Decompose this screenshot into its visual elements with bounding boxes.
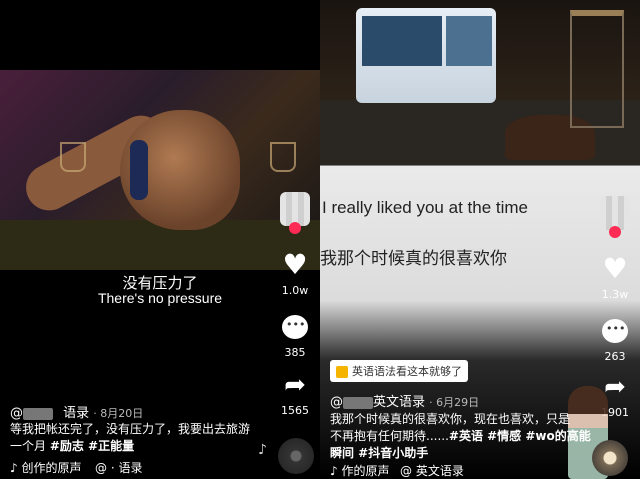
- promo-icon: [336, 366, 348, 378]
- comment-icon[interactable]: [280, 312, 310, 342]
- share-icon[interactable]: ➦: [280, 370, 310, 400]
- heart-icon[interactable]: ♥: [280, 250, 310, 280]
- promo-text: 英语语法看这本就够了: [352, 365, 462, 378]
- music-author[interactable]: @ · 语录: [95, 459, 142, 476]
- author-suffix: 语录: [63, 406, 90, 421]
- comment-icon[interactable]: [600, 316, 630, 346]
- desc-line-3[interactable]: 瞬间 #抖音小助手: [330, 445, 591, 462]
- comment-group: 385: [280, 312, 310, 359]
- like-count: 1.0w: [281, 284, 309, 297]
- subtitle-en: There's no pressure: [97, 290, 223, 306]
- post-date: · 8月20日: [93, 407, 144, 420]
- scene-glass: [270, 142, 296, 172]
- like-group: ♥ 1.3w: [600, 254, 630, 302]
- avatar-icon[interactable]: [600, 196, 630, 238]
- share-count: 1565: [281, 404, 309, 417]
- follow-plus-icon[interactable]: [289, 222, 301, 234]
- share-group: ➦ 1565: [280, 370, 310, 417]
- music-disc-icon[interactable]: [592, 440, 628, 476]
- author-suffix: 英文语录: [373, 395, 426, 410]
- like-count: 1.3w: [601, 288, 629, 301]
- post-description: 我那个时候真的很喜欢你，现在也喜欢，只是 不再抱有任何期待......#英语 #…: [330, 411, 591, 462]
- promo-banner[interactable]: 英语语法看这本就够了: [330, 360, 468, 382]
- right-video-panel[interactable]: I really liked you at the time 我那个时候真的很喜…: [320, 0, 640, 479]
- hashtags[interactable]: #英语 #情感 #wo的高能: [449, 429, 591, 443]
- scene-shirt: [0, 220, 320, 270]
- music-author[interactable]: @ 英文语录: [400, 462, 464, 479]
- subtitle-cn: 我那个时候真的很喜欢你: [320, 249, 507, 269]
- scene-bus-side: [446, 16, 492, 66]
- scene-bus: [356, 8, 496, 103]
- avatar-icon[interactable]: [280, 192, 310, 234]
- scene-glass: [60, 142, 86, 172]
- post-date: · 6月29日: [429, 396, 480, 409]
- music-source[interactable]: ♪ 创作的原声: [10, 459, 81, 476]
- music-source[interactable]: ♪ 作的原声: [330, 462, 389, 479]
- author-line[interactable]: @ 语录 · 8月20日: [10, 402, 143, 421]
- scene-microphone: [130, 140, 148, 200]
- side-actions: [280, 192, 310, 234]
- left-video-panel[interactable]: 没有压力了 There's no pressure ♥ 1.0w 385 ➦ 1…: [0, 0, 320, 479]
- side-actions: [600, 196, 630, 238]
- scene-bus-shelter: [570, 10, 624, 128]
- desc-line-2-text: 一个月: [10, 439, 50, 453]
- comment-count: 385: [284, 346, 306, 359]
- desc-line-2-text: 不再抱有任何期待......: [330, 429, 449, 443]
- blurred-username: [23, 407, 53, 420]
- subtitle-en: I really liked you at the time: [322, 198, 528, 217]
- hashtags[interactable]: #励志 #正能量: [50, 439, 134, 453]
- desc-line-1: 我那个时候真的很喜欢你，现在也喜欢，只是: [330, 412, 571, 426]
- desc-line-2: 不再抱有任何期待......#英语 #情感 #wo的高能: [330, 428, 591, 445]
- music-note-icon: ♪: [258, 442, 267, 458]
- video-frame-left[interactable]: [0, 70, 320, 270]
- comment-count: 263: [604, 350, 626, 363]
- desc-line-2: 一个月 #励志 #正能量: [10, 438, 250, 455]
- comment-group: 263: [600, 316, 630, 363]
- desc-line-1: 等我把帐还完了，没有压力了，我要出去旅游: [10, 422, 251, 436]
- scene-bus-window: [362, 16, 442, 66]
- post-description: 等我把帐还完了，没有压力了，我要出去旅游 一个月 #励志 #正能量: [10, 421, 250, 455]
- music-disc-icon[interactable]: [278, 438, 314, 474]
- blurred-username: [343, 396, 373, 409]
- author-line[interactable]: @ 英文语录 · 6月29日: [330, 391, 479, 410]
- follow-plus-icon[interactable]: [609, 226, 621, 238]
- heart-icon[interactable]: ♥: [600, 254, 630, 284]
- like-group: ♥ 1.0w: [280, 250, 310, 298]
- video-frame-right[interactable]: [320, 0, 640, 165]
